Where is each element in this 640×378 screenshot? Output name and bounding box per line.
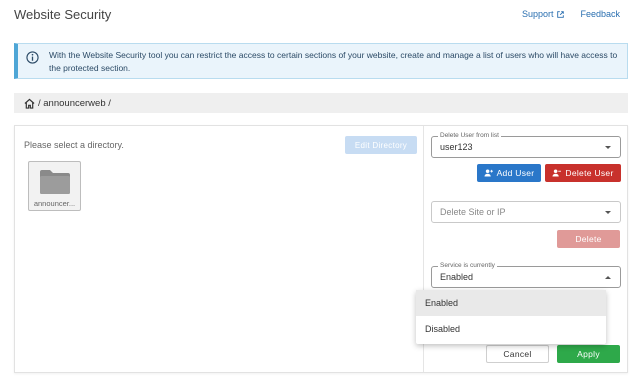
user-select-value: user123 — [440, 142, 473, 152]
delete-user-button[interactable]: Delete User — [545, 164, 621, 182]
chevron-down-icon — [605, 211, 611, 214]
feedback-link-label: Feedback — [580, 9, 620, 19]
folder-tile[interactable]: announcer... — [28, 161, 81, 211]
breadcrumb-path[interactable]: / announcerweb / — [38, 98, 111, 109]
cancel-button[interactable]: Cancel — [486, 345, 549, 363]
add-user-button[interactable]: Add User — [477, 164, 541, 182]
site-ip-placeholder: Delete Site or IP — [440, 207, 506, 217]
remove-user-icon — [552, 169, 562, 177]
home-icon[interactable] — [24, 98, 35, 109]
folder-label: announcer... — [33, 199, 76, 208]
add-user-icon — [484, 169, 493, 177]
dropdown-option-enabled[interactable]: Enabled — [416, 290, 606, 316]
delete-user-label: Delete User — [565, 168, 614, 178]
site-ip-select[interactable]: Delete Site or IP — [431, 201, 621, 223]
info-icon — [26, 51, 39, 64]
external-link-icon — [557, 10, 565, 18]
dropdown-option-disabled[interactable]: Disabled — [416, 316, 606, 342]
header-links: Support Feedback — [522, 9, 620, 19]
info-banner: With the Website Security tool you can r… — [14, 43, 628, 79]
add-user-label: Add User — [496, 168, 535, 178]
edit-directory-button[interactable]: Edit Directory — [345, 136, 417, 154]
chevron-down-icon — [605, 146, 611, 149]
support-link-label: Support — [521, 9, 554, 19]
page-title: Website Security — [14, 7, 112, 22]
info-banner-text: With the Website Security tool you can r… — [49, 50, 618, 73]
delete-site-button[interactable]: Delete — [557, 230, 620, 248]
breadcrumb: / announcerweb / — [14, 93, 628, 113]
support-link[interactable]: Support — [522, 9, 565, 19]
select-directory-prompt: Please select a directory. — [24, 140, 124, 150]
service-status-dropdown: Enabled Disabled — [416, 290, 606, 344]
service-status-legend: Service is currently — [438, 262, 497, 270]
service-status-select[interactable]: Service is currently Enabled — [431, 262, 621, 288]
chevron-up-icon — [605, 276, 611, 279]
user-select-legend: Delete User from list — [438, 132, 501, 140]
folder-icon — [40, 170, 70, 194]
directory-pane: Please select a directory. Edit Director… — [15, 126, 424, 372]
user-select[interactable]: Delete User from list user123 — [431, 132, 621, 158]
service-status-value: Enabled — [440, 272, 474, 282]
feedback-link[interactable]: Feedback — [580, 9, 620, 19]
apply-button[interactable]: Apply — [557, 345, 620, 363]
